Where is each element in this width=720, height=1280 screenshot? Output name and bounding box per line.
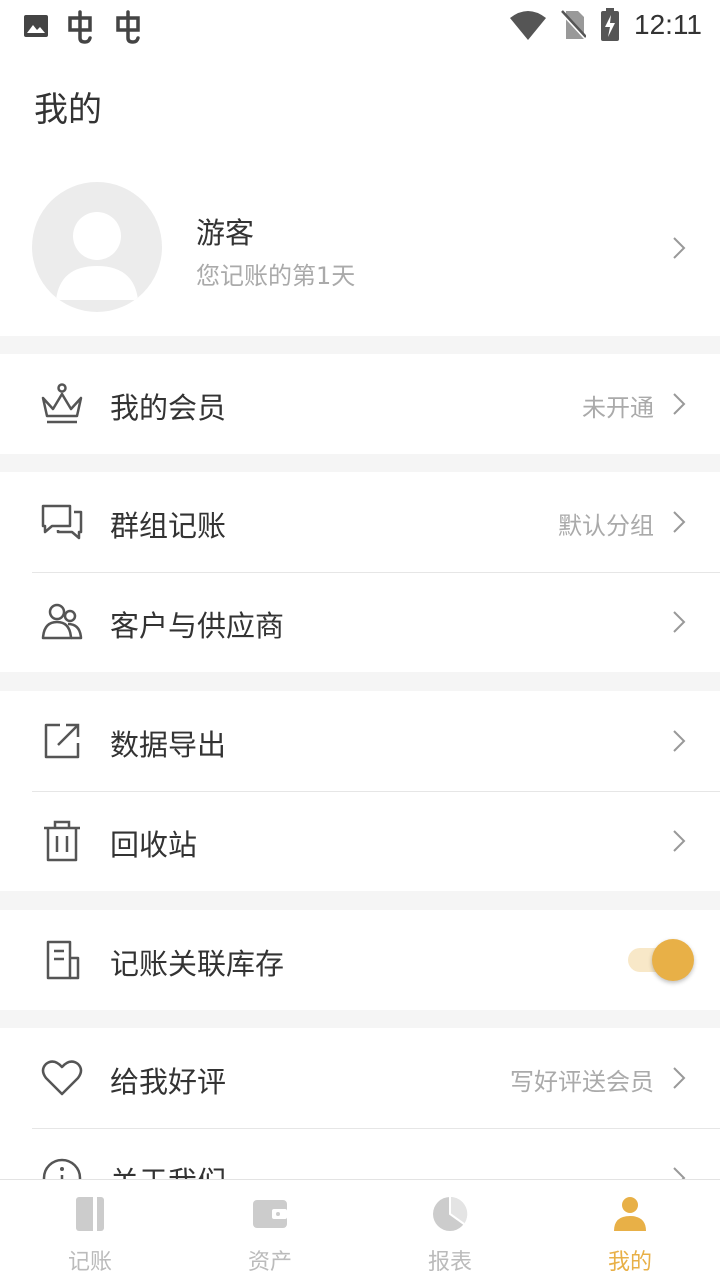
image-icon (24, 15, 48, 37)
menu-label: 给我好评 (110, 1065, 227, 1099)
tab-label: 资产 (247, 1250, 292, 1275)
membership-status: 未开通 (582, 394, 654, 422)
trash-icon (44, 820, 80, 862)
avatar[interactable] (32, 182, 162, 312)
wallet-icon (253, 1200, 287, 1228)
menu-item-group-accounting[interactable]: 群组记账 默认分组 (0, 472, 720, 572)
tab-mine[interactable]: 我的 (540, 1180, 720, 1280)
status-left (22, 8, 146, 44)
app-notification-icon (68, 10, 92, 44)
menu-label: 数据导出 (110, 728, 227, 762)
chat-bubbles-icon (41, 504, 83, 540)
membership-group: 我的会员 未开通 (0, 354, 720, 454)
tab-bookkeeping[interactable]: 记账 (0, 1180, 180, 1280)
profile-days-count: 您记账的第1天 (196, 262, 356, 290)
menu-label: 记账关联库存 (110, 947, 285, 981)
status-right: 12:11 (510, 8, 702, 42)
tab-label: 记账 (67, 1250, 112, 1275)
chevron-right-icon (673, 611, 686, 633)
book-icon (76, 1197, 104, 1231)
page-header: 我的 (0, 52, 720, 162)
info-icon (42, 1158, 82, 1179)
status-time: 12:11 (634, 9, 702, 40)
toggle-knob (652, 939, 694, 981)
menu-label: 关于我们 (110, 1159, 226, 1179)
menu-item-about-us[interactable]: 关于我们 (0, 1128, 720, 1179)
menu-item-customers-suppliers[interactable]: 客户与供应商 (0, 572, 720, 672)
heart-icon (41, 1060, 83, 1096)
profile-card[interactable]: 游客 您记账的第1天 (0, 162, 720, 336)
person-icon (614, 1197, 646, 1231)
chevron-right-icon (673, 237, 686, 259)
support-group: 给我好评 写好评送会员 关于我们 (0, 1028, 720, 1179)
inventory-link-toggle[interactable] (624, 938, 694, 982)
menu-label: 客户与供应商 (110, 609, 285, 643)
menu-label: 群组记账 (110, 509, 227, 543)
wifi-icon (510, 11, 546, 40)
export-icon (44, 723, 80, 759)
chevron-right-icon (673, 830, 686, 852)
rate-us-promo: 写好评送会员 (510, 1068, 654, 1096)
bottom-tab-bar: 记账 资产 报表 我的 (0, 1179, 720, 1280)
tab-reports[interactable]: 报表 (360, 1180, 540, 1280)
menu-item-recycle-bin[interactable]: 回收站 (0, 791, 720, 891)
accounting-group: 群组记账 默认分组 客户与供应商 (0, 472, 720, 672)
inventory-icon (46, 940, 80, 980)
menu-item-data-export[interactable]: 数据导出 (0, 691, 720, 791)
tab-label: 我的 (607, 1250, 652, 1275)
crown-icon (41, 383, 83, 424)
tab-label: 报表 (427, 1250, 472, 1275)
tab-assets[interactable]: 资产 (180, 1180, 360, 1280)
menu-item-membership[interactable]: 我的会员 未开通 (0, 354, 720, 454)
battery-charging-icon (601, 8, 619, 41)
menu-item-inventory-link: 记账关联库存 (0, 910, 720, 1010)
menu-label: 我的会员 (110, 391, 227, 425)
status-bar: 12:11 (0, 0, 720, 52)
chevron-right-icon (673, 1167, 686, 1179)
no-sim-icon (560, 10, 586, 41)
data-group: 数据导出 回收站 (0, 691, 720, 891)
pie-chart-icon (433, 1196, 468, 1231)
menu-item-rate-us[interactable]: 给我好评 写好评送会员 (0, 1028, 720, 1128)
app-notification-icon (116, 10, 140, 44)
page-title: 我的 (34, 90, 102, 130)
default-avatar-icon (56, 212, 138, 300)
inventory-group: 记账关联库存 (0, 910, 720, 1010)
chevron-right-icon (673, 393, 686, 415)
users-icon (41, 603, 83, 640)
profile-name: 游客 (196, 216, 255, 250)
group-name: 默认分组 (558, 512, 654, 540)
menu-label: 回收站 (110, 828, 198, 862)
chevron-right-icon (673, 511, 686, 533)
chevron-right-icon (673, 730, 686, 752)
chevron-right-icon (673, 1067, 686, 1089)
